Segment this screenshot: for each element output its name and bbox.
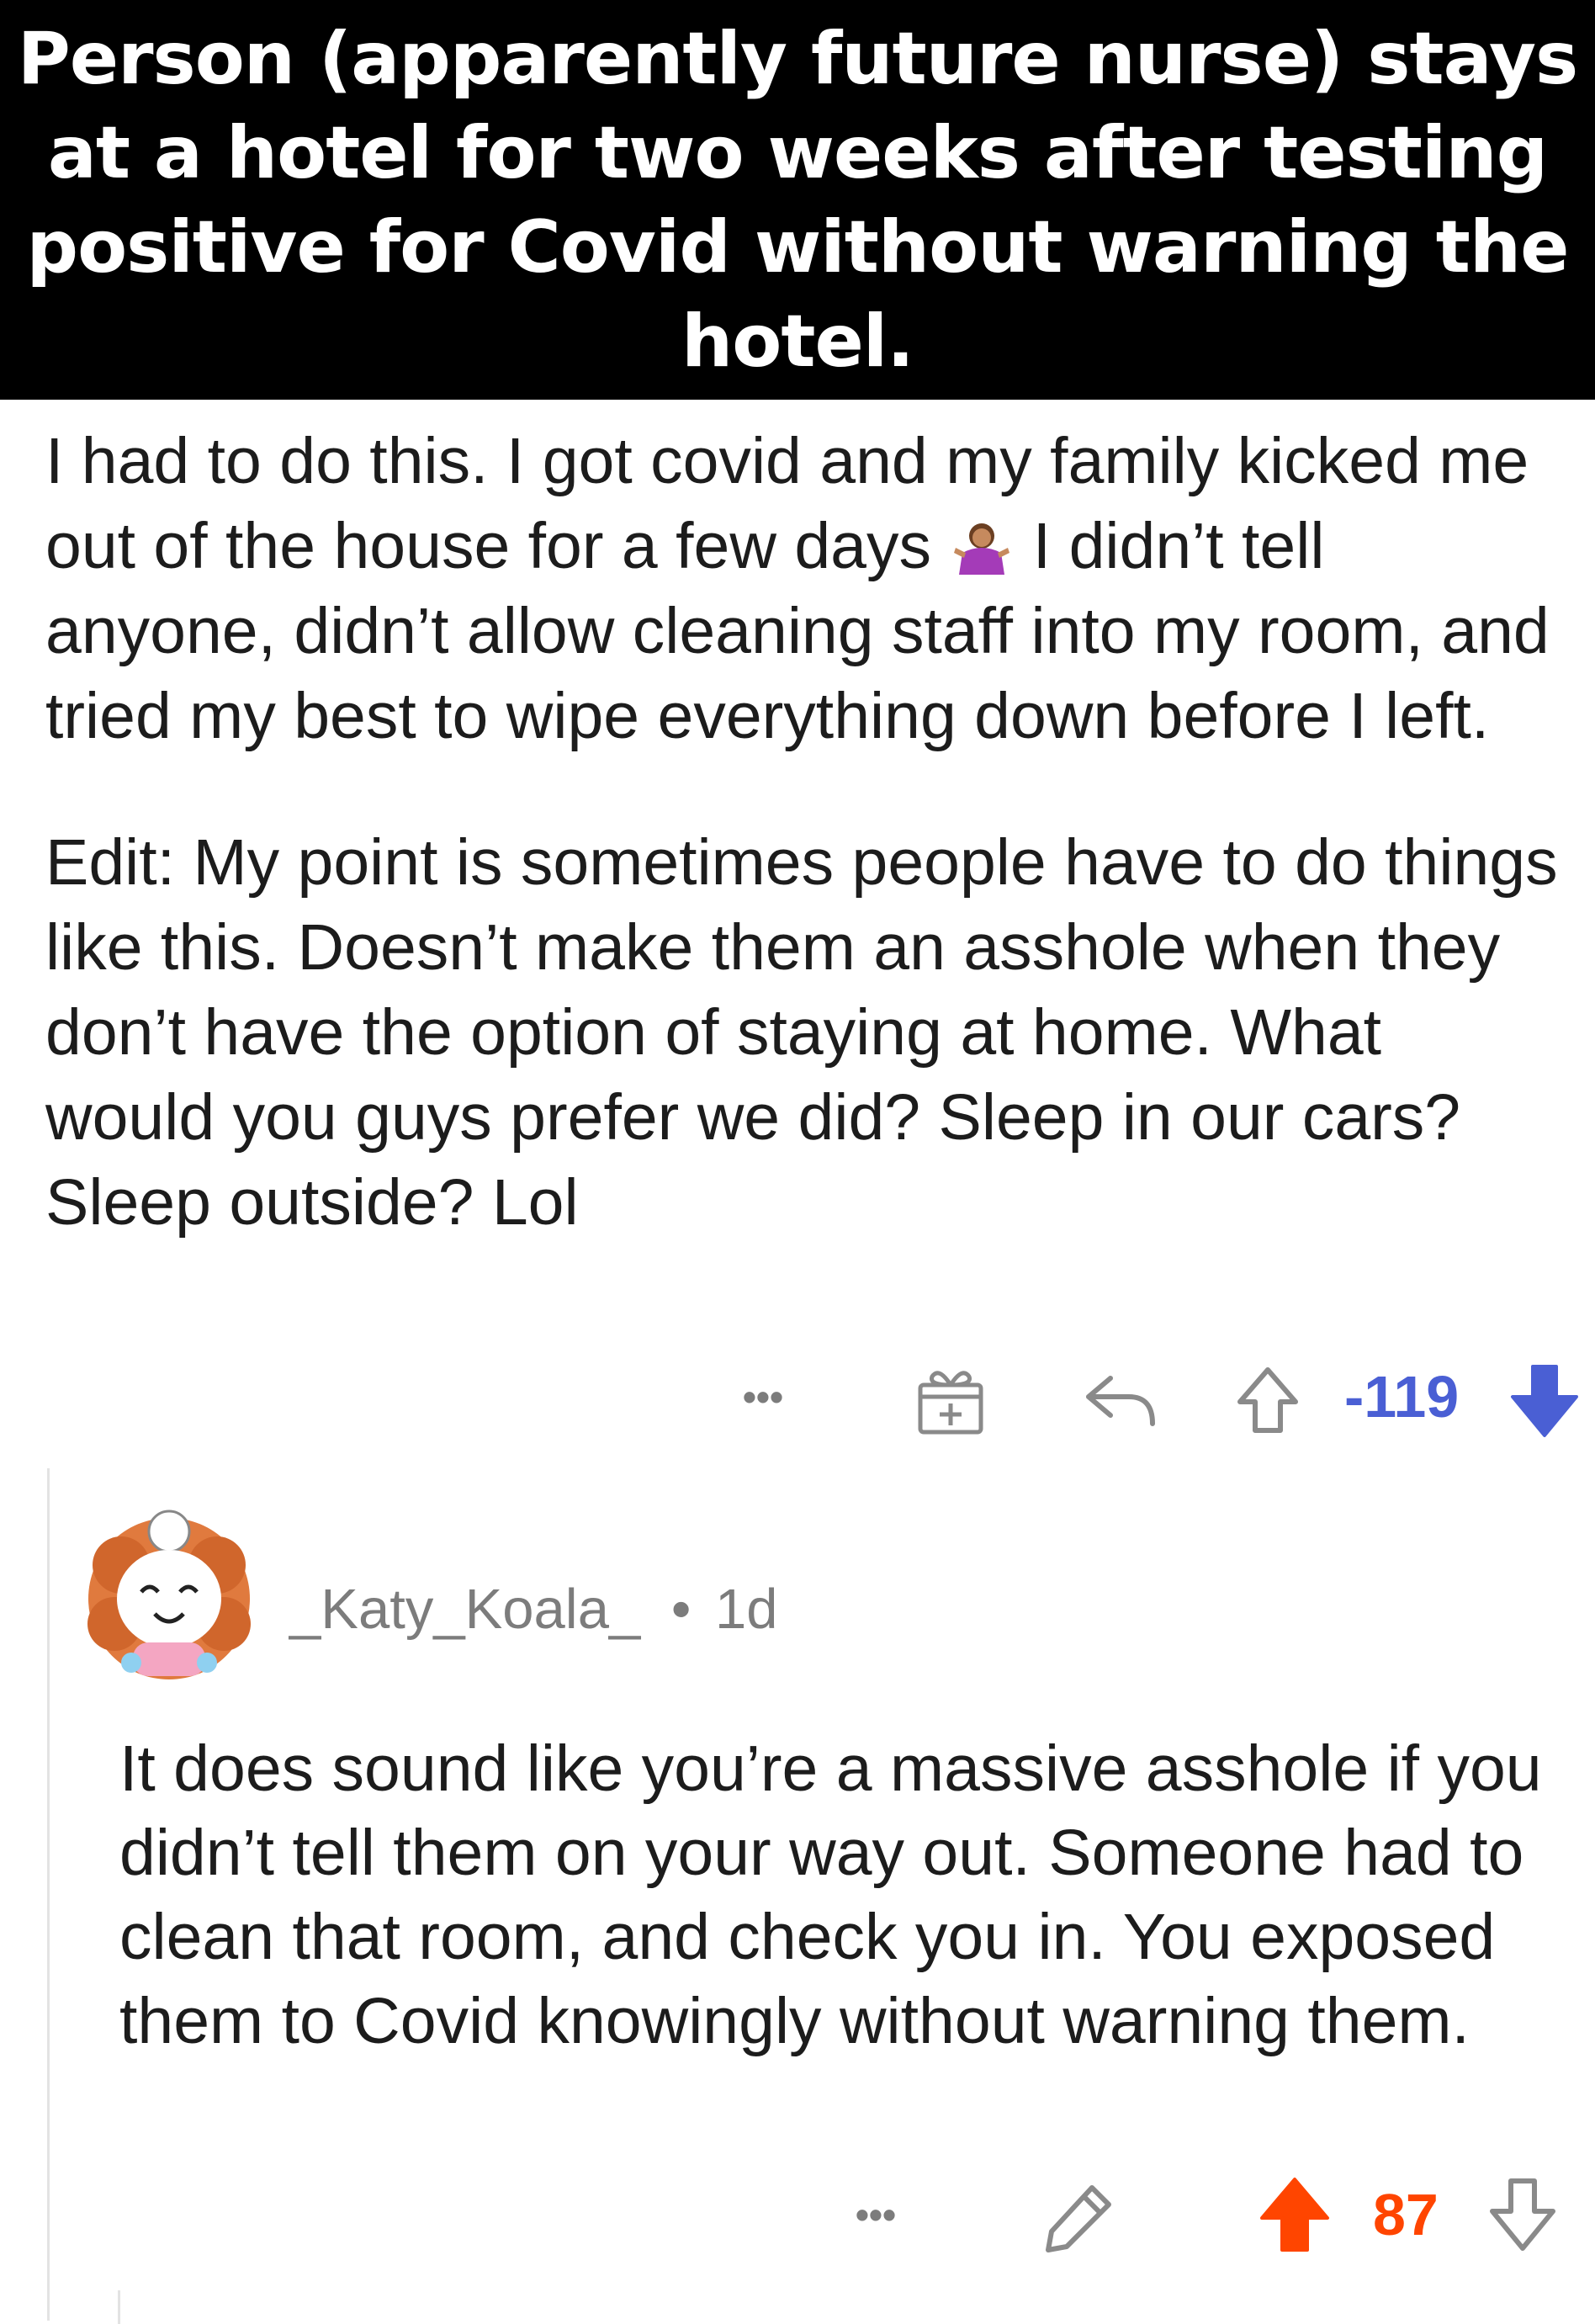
- comment-age: 1d: [714, 1578, 778, 1641]
- gift-award-icon[interactable]: [915, 1365, 986, 1435]
- downvote-outline-icon[interactable]: [1487, 2176, 1558, 2253]
- post-paragraph-2: Edit: My point is sometimes people have …: [45, 826, 1558, 1239]
- comment-more-options-button[interactable]: •••: [838, 2181, 914, 2248]
- post-paragraph-1: I had to do this. I got covid and my fam…: [45, 419, 1560, 759]
- post-vote-score: -119: [1344, 1364, 1460, 1430]
- comment-vote-score: 87: [1373, 2182, 1439, 2247]
- comment-meta: _Katy_Koala_ • 1d: [289, 1572, 777, 1647]
- upvote-filled-icon[interactable]: [1259, 2176, 1331, 2253]
- post-more-options-button[interactable]: •••: [725, 1363, 801, 1430]
- pencil-icon[interactable]: [1041, 2179, 1117, 2255]
- person-shrugging-emoji-icon: [954, 511, 1010, 575]
- comment-action-bar: ••• 87: [0, 2164, 1595, 2265]
- comment-body: It does sound like you’re a massive assh…: [119, 1727, 1566, 2063]
- title-banner: Person (apparently future nurse) stays a…: [0, 0, 1595, 400]
- comment-text: It does sound like you’re a massive assh…: [119, 1732, 1542, 2057]
- post-body: I had to do this. I got covid and my fam…: [45, 419, 1560, 1245]
- comment-author-link[interactable]: _Katy_Koala_: [289, 1578, 640, 1641]
- nested-thread-line[interactable]: [118, 2290, 120, 2324]
- upvote-outline-icon[interactable]: [1235, 1365, 1301, 1435]
- post-action-bar: ••• -119: [0, 1346, 1595, 1447]
- banner-title: Person (apparently future nurse) stays a…: [17, 16, 1578, 384]
- avatar[interactable]: [81, 1498, 257, 1691]
- meta-separator: •: [670, 1578, 692, 1641]
- reply-arrow-icon[interactable]: [1082, 1372, 1158, 1430]
- downvote-filled-icon[interactable]: [1508, 1363, 1582, 1439]
